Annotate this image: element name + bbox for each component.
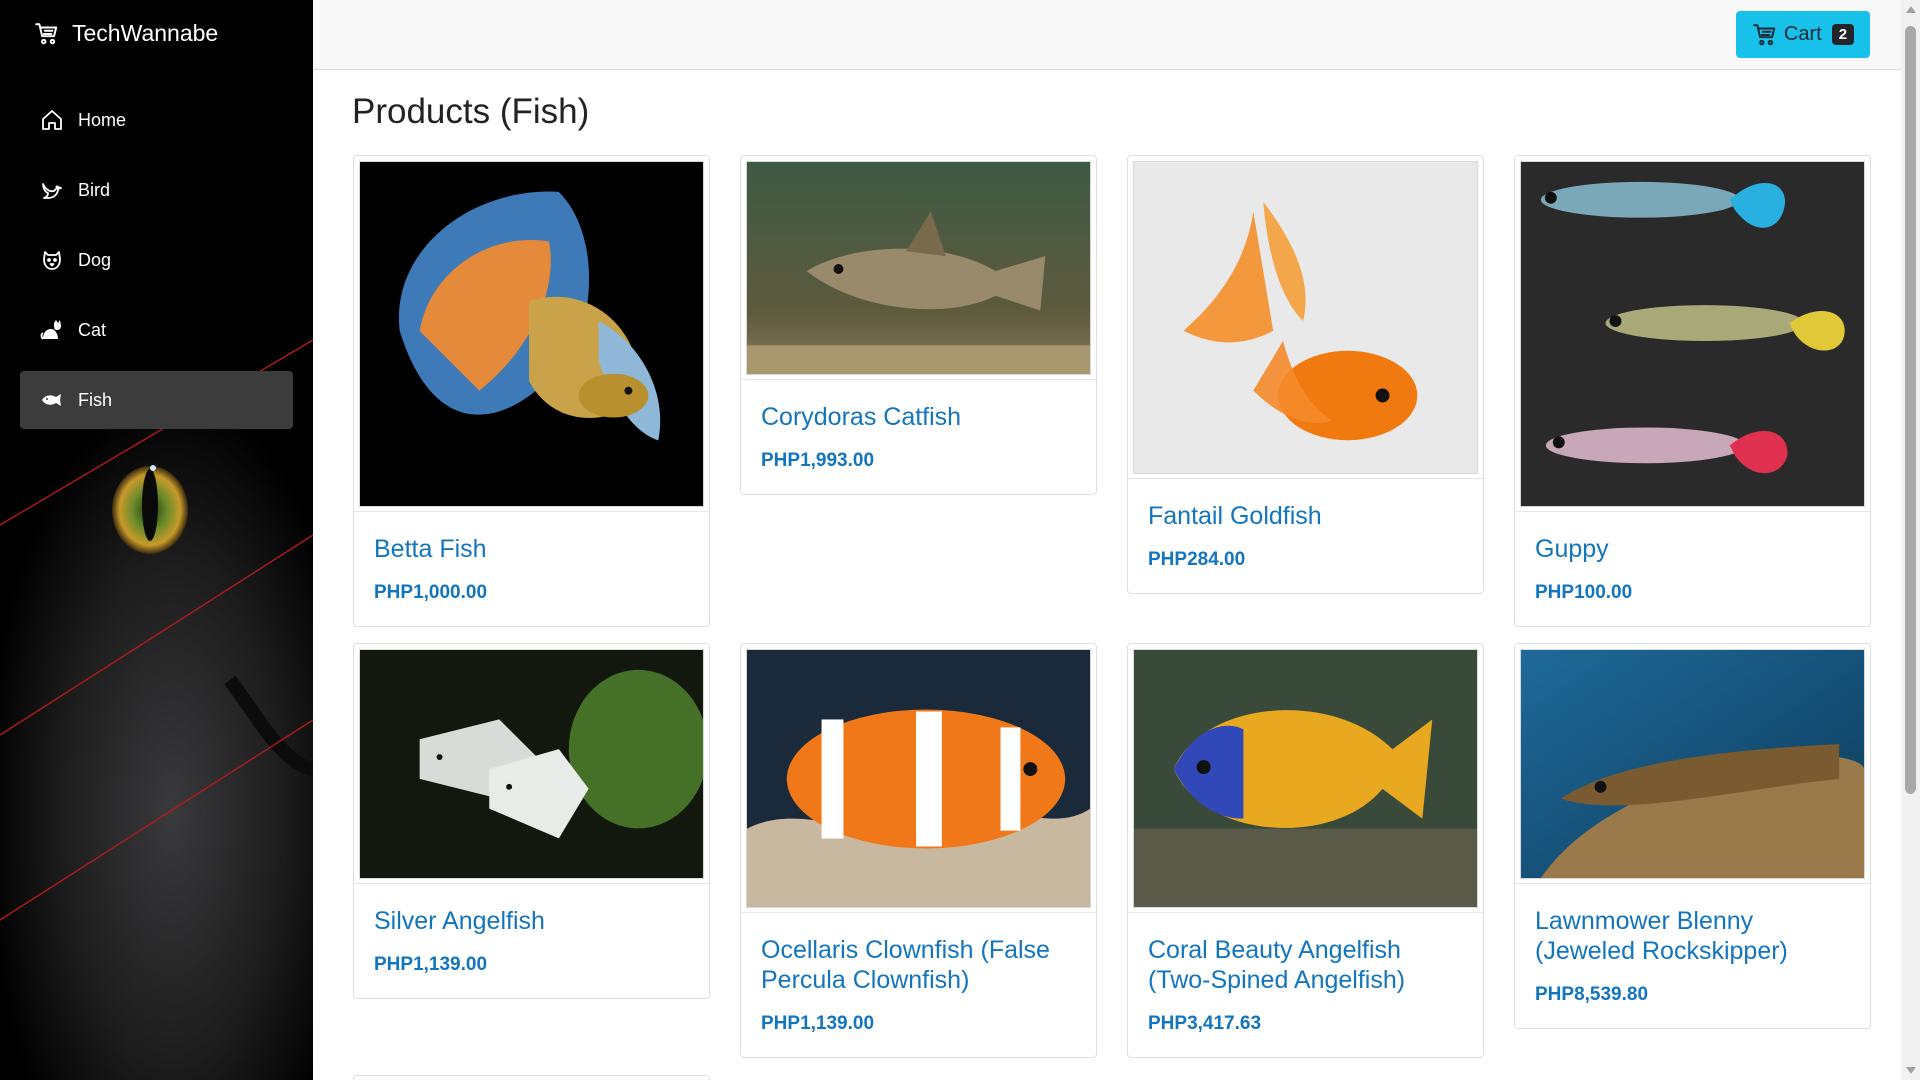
- guppy-image[interactable]: [1520, 161, 1865, 507]
- page-scrollbar[interactable]: [1901, 0, 1920, 1080]
- card-body: Corydoras Catfish PHP1,993.00: [741, 379, 1096, 494]
- sidebar-item-bird[interactable]: Bird: [20, 161, 293, 219]
- product-name[interactable]: Fantail Goldfish: [1148, 501, 1463, 531]
- sidebar-nav: Home Bird Dog Cat Fish: [20, 91, 293, 441]
- clownfish-image[interactable]: [746, 649, 1091, 908]
- card-body: Fantail Goldfish PHP284.00: [1128, 478, 1483, 593]
- shopping-cart-icon: [1752, 22, 1778, 48]
- product-name[interactable]: Coral Beauty Angelfish (Two-Spined Angel…: [1148, 935, 1463, 995]
- sidebar: TechWannabe Home Bird Dog Cat Fish: [0, 0, 313, 1080]
- page-title: Products (Fish): [352, 92, 590, 131]
- product-price: PHP1,993.00: [761, 450, 875, 471]
- corydoras-catfish-image[interactable]: [746, 161, 1091, 375]
- dog-icon: [40, 248, 64, 272]
- cart-button[interactable]: Cart 2: [1736, 11, 1870, 58]
- scroll-down-arrow-icon[interactable]: [1906, 1067, 1916, 1074]
- product-price: PHP1,139.00: [374, 954, 488, 975]
- product-card-silver-angelfish[interactable]: Silver Angelfish PHP1,139.00: [353, 643, 710, 999]
- product-price: PHP100.00: [1535, 582, 1633, 603]
- coral-beauty-angelfish-image[interactable]: [1133, 649, 1478, 908]
- product-name[interactable]: Silver Angelfish: [374, 906, 689, 936]
- sidebar-item-label: Fish: [78, 389, 113, 410]
- top-bar: Cart 2: [313, 0, 1901, 70]
- product-price: PHP1,000.00: [374, 582, 488, 603]
- cart-label: Cart: [1783, 23, 1822, 45]
- product-card-betta-fish[interactable]: Betta Fish PHP1,000.00: [353, 155, 710, 627]
- card-body: Ocellaris Clownfish (False Percula Clown…: [741, 912, 1096, 1057]
- bird-icon: [40, 178, 64, 202]
- product-card-ocellaris-clownfish[interactable]: Ocellaris Clownfish (False Percula Clown…: [740, 643, 1097, 1058]
- product-name[interactable]: Guppy: [1535, 534, 1850, 564]
- product-card-lawnmower-blenny[interactable]: Lawnmower Blenny (Jeweled Rockskipper) P…: [1514, 643, 1871, 1029]
- sidebar-item-label: Bird: [78, 179, 111, 200]
- sidebar-item-fish[interactable]: Fish: [20, 371, 293, 429]
- product-name[interactable]: Betta Fish: [374, 534, 689, 564]
- sidebar-item-label: Dog: [78, 249, 112, 270]
- cat-icon: [40, 318, 64, 342]
- product-card-fantail-goldfish[interactable]: Fantail Goldfish PHP284.00: [1127, 155, 1484, 594]
- shopping-cart-icon: [34, 21, 60, 47]
- card-body: Coral Beauty Angelfish (Two-Spined Angel…: [1128, 912, 1483, 1057]
- fish-icon: [40, 388, 64, 412]
- product-card-corydoras-catfish[interactable]: Corydoras Catfish PHP1,993.00: [740, 155, 1097, 495]
- sidebar-item-cat[interactable]: Cat: [20, 301, 293, 359]
- betta-fish-image[interactable]: [359, 161, 704, 507]
- sidebar-item-dog[interactable]: Dog: [20, 231, 293, 289]
- product-card-guppy[interactable]: Guppy PHP100.00: [1514, 155, 1871, 627]
- product-name[interactable]: Ocellaris Clownfish (False Percula Clown…: [761, 935, 1076, 995]
- card-body: Silver Angelfish PHP1,139.00: [354, 883, 709, 998]
- sidebar-item-label: Cat: [78, 319, 107, 340]
- product-name[interactable]: Lawnmower Blenny (Jeweled Rockskipper): [1535, 906, 1850, 966]
- fantail-goldfish-image[interactable]: [1133, 161, 1478, 474]
- product-card-coral-beauty-angelfish[interactable]: Coral Beauty Angelfish (Two-Spined Angel…: [1127, 643, 1484, 1058]
- product-price: PHP1,139.00: [761, 1013, 875, 1034]
- product-price: PHP284.00: [1148, 549, 1246, 570]
- sidebar-item-home[interactable]: Home: [20, 91, 293, 149]
- card-body: Lawnmower Blenny (Jeweled Rockskipper) P…: [1515, 883, 1870, 1028]
- home-icon: [40, 108, 64, 132]
- scroll-up-arrow-icon[interactable]: [1906, 6, 1916, 13]
- card-body: Guppy PHP100.00: [1515, 511, 1870, 626]
- brand-name: TechWannabe: [72, 20, 219, 46]
- sidebar-item-label: Home: [78, 109, 127, 130]
- lawnmower-blenny-image[interactable]: [1520, 649, 1865, 879]
- product-price: PHP3,417.63: [1148, 1013, 1262, 1034]
- silver-angelfish-image[interactable]: [359, 649, 704, 879]
- product-name[interactable]: Corydoras Catfish: [761, 402, 1076, 432]
- scroll-thumb[interactable]: [1905, 26, 1916, 794]
- card-body: Betta Fish PHP1,000.00: [354, 511, 709, 626]
- product-price: PHP8,539.80: [1535, 984, 1649, 1005]
- cart-count-badge: 2: [1831, 24, 1855, 45]
- product-card-partial[interactable]: [353, 1075, 710, 1080]
- brand[interactable]: TechWannabe: [34, 20, 218, 47]
